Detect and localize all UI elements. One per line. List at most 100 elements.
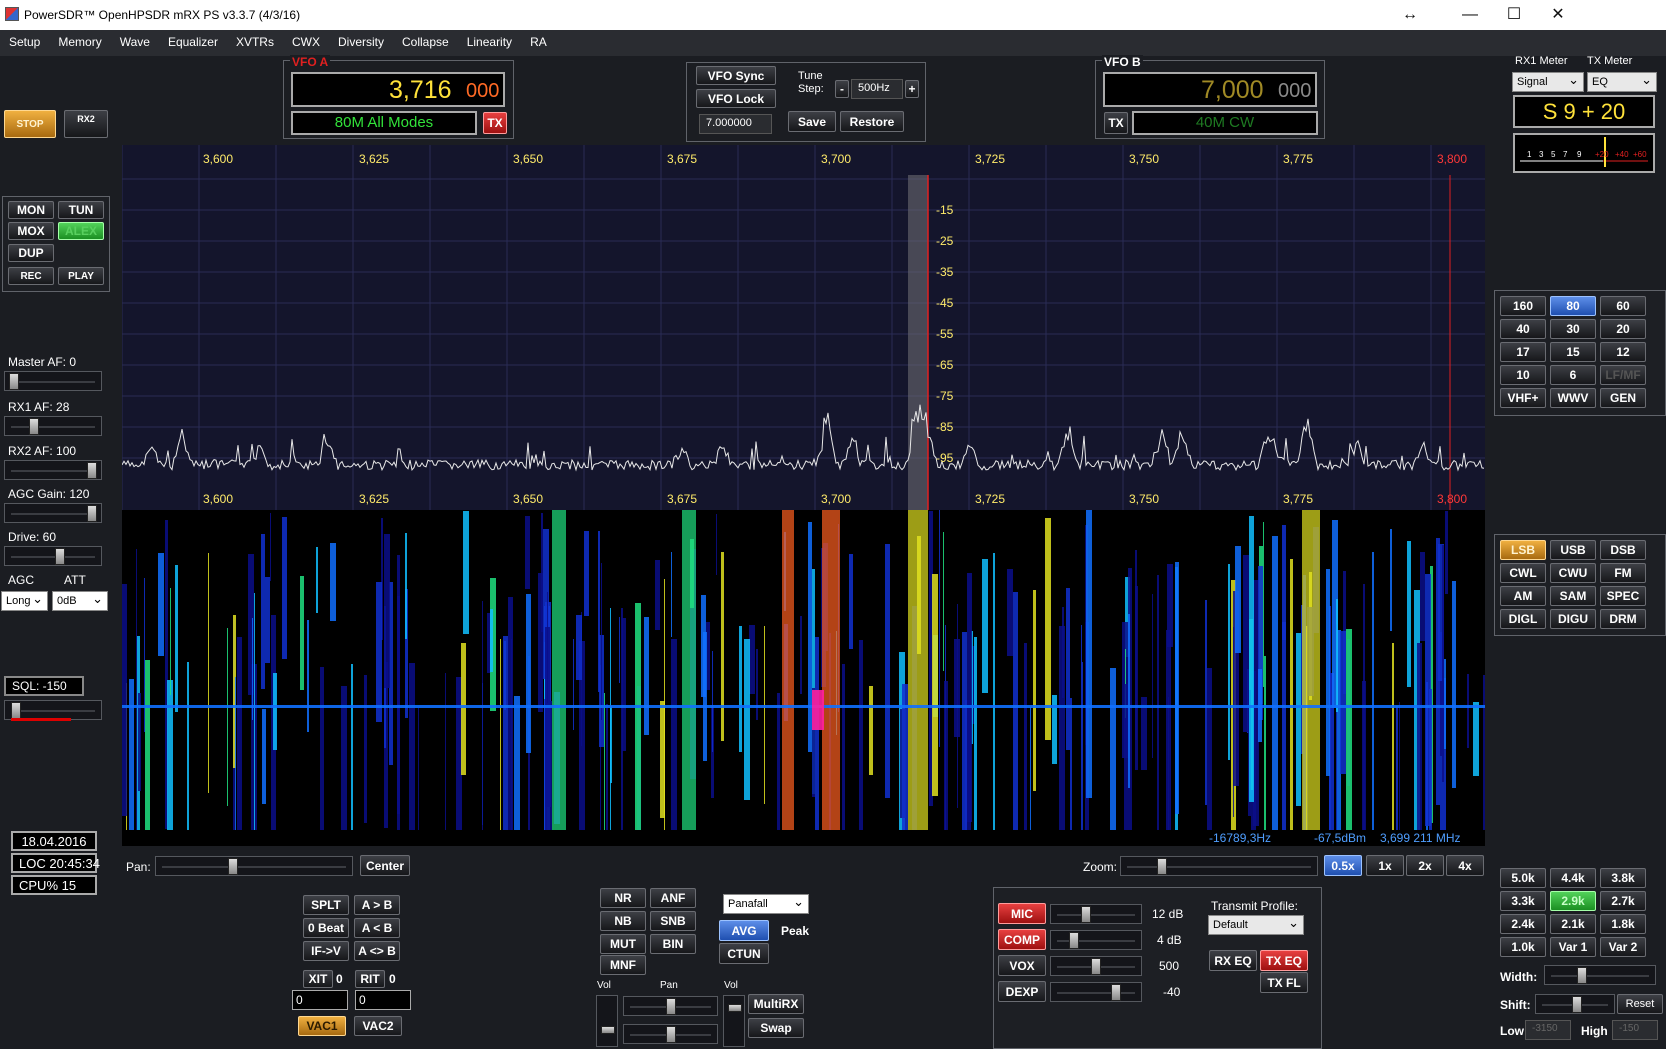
resize-icon[interactable]: ↔ <box>1390 4 1430 26</box>
band-button-30[interactable]: 30 <box>1550 319 1596 339</box>
mode-button-sam[interactable]: SAM <box>1550 586 1596 606</box>
mnf-button[interactable]: MNF <box>600 955 646 975</box>
rx2-vol-slider[interactable] <box>723 995 745 1047</box>
filter-button-2-7k[interactable]: 2.7k <box>1600 891 1646 911</box>
vac2-button[interactable]: VAC2 <box>354 1016 402 1036</box>
vfo-a-tx-button[interactable]: TX <box>483 112 507 134</box>
filter-button-3-8k[interactable]: 3.8k <box>1600 868 1646 888</box>
vox-button[interactable]: VOX <box>998 955 1046 976</box>
slider-thumb[interactable] <box>728 1004 742 1012</box>
bin-button[interactable]: BIN <box>650 934 696 954</box>
slider-thumb[interactable] <box>228 858 238 875</box>
slider-thumb[interactable] <box>11 702 21 719</box>
slider-thumb[interactable] <box>55 548 65 565</box>
xit-button[interactable]: XIT <box>303 970 333 988</box>
band-button-12[interactable]: 12 <box>1600 342 1646 362</box>
filter-button-2-1k[interactable]: 2.1k <box>1550 914 1596 934</box>
slider-thumb[interactable] <box>87 505 97 522</box>
width-slider[interactable] <box>1544 965 1656 985</box>
tx-eq-button[interactable]: TX EQ <box>1260 950 1308 971</box>
vfo-b-tx-button[interactable]: TX <box>1104 112 1128 134</box>
nr-button[interactable]: NR <box>600 888 646 908</box>
band-button-80[interactable]: 80 <box>1550 296 1596 316</box>
rx1-meter-select[interactable]: Signal <box>1512 72 1584 92</box>
band-button-160[interactable]: 160 <box>1500 296 1546 316</box>
zoom-4x-button[interactable]: 4x <box>1446 855 1484 876</box>
band-button-40[interactable]: 40 <box>1500 319 1546 339</box>
menu-cwx[interactable]: CWX <box>283 30 329 54</box>
squelch-slider[interactable] <box>4 700 102 721</box>
close-button[interactable]: ✕ <box>1538 4 1578 26</box>
band-button-vhf-[interactable]: VHF+ <box>1500 388 1546 408</box>
filter-button-var-1[interactable]: Var 1 <box>1550 937 1596 957</box>
mon-button[interactable]: MON <box>8 201 54 219</box>
menu-ra[interactable]: RA <box>521 30 556 54</box>
pan-slider[interactable] <box>155 856 353 876</box>
if-to-v-button[interactable]: IF->V <box>303 941 349 961</box>
maximize-button[interactable]: ☐ <box>1494 4 1534 26</box>
rx2-af-slider[interactable] <box>4 460 102 480</box>
mut-button[interactable]: MUT <box>600 934 646 954</box>
zoom-1x-button[interactable]: 1x <box>1366 855 1404 876</box>
band-button-60[interactable]: 60 <box>1600 296 1646 316</box>
comp-button[interactable]: COMP <box>998 929 1046 950</box>
band-button-gen[interactable]: GEN <box>1600 388 1646 408</box>
vac1-button[interactable]: VAC1 <box>298 1016 346 1036</box>
center-button[interactable]: Center <box>360 855 410 876</box>
save-button[interactable]: Save <box>788 111 836 132</box>
band-button-10[interactable]: 10 <box>1500 365 1546 385</box>
mode-button-fm[interactable]: FM <box>1600 563 1646 583</box>
vfo-sync-button[interactable]: VFO Sync <box>696 66 776 85</box>
rx-eq-button[interactable]: RX EQ <box>1209 950 1257 971</box>
shift-slider[interactable] <box>1535 994 1615 1014</box>
slider-thumb[interactable] <box>87 462 97 479</box>
filter-button-1-0k[interactable]: 1.0k <box>1500 937 1546 957</box>
split-button[interactable]: SPLT <box>303 895 349 915</box>
mic-gain-slider[interactable] <box>1050 904 1142 924</box>
tune-step-plus-button[interactable]: + <box>905 80 919 98</box>
stop-button[interactable]: STOP <box>4 110 56 138</box>
display-mode-select[interactable]: Panafall <box>723 894 809 914</box>
low-value[interactable]: -3150 <box>1525 1020 1571 1040</box>
zero-beat-button[interactable]: 0 Beat <box>303 918 349 938</box>
slider-thumb[interactable] <box>1572 996 1582 1013</box>
filter-button-5-0k[interactable]: 5.0k <box>1500 868 1546 888</box>
high-value[interactable]: -150 <box>1612 1020 1658 1040</box>
agc-gain-slider[interactable] <box>4 503 102 523</box>
band-button-6[interactable]: 6 <box>1550 365 1596 385</box>
minimize-button[interactable]: — <box>1450 4 1490 26</box>
slider-thumb[interactable] <box>666 1026 676 1043</box>
menu-linearity[interactable]: Linearity <box>458 30 521 54</box>
rx1-af-slider[interactable] <box>4 416 102 436</box>
slider-thumb[interactable] <box>666 998 676 1015</box>
band-button-15[interactable]: 15 <box>1550 342 1596 362</box>
mox-button[interactable]: MOX <box>8 222 54 240</box>
rx1-pan-slider[interactable] <box>623 996 718 1016</box>
rx1-vol-slider[interactable] <box>596 995 618 1047</box>
slider-thumb[interactable] <box>1577 967 1587 984</box>
slider-thumb[interactable] <box>1157 858 1167 875</box>
rit-numeric[interactable]: 0 <box>355 990 411 1010</box>
band-button-wwv[interactable]: WWV <box>1550 388 1596 408</box>
mode-button-digu[interactable]: DIGU <box>1550 609 1596 629</box>
mode-button-usb[interactable]: USB <box>1550 540 1596 560</box>
filter-button-4-4k[interactable]: 4.4k <box>1550 868 1596 888</box>
panadapter[interactable] <box>122 145 1485 510</box>
mode-button-drm[interactable]: DRM <box>1600 609 1646 629</box>
dexp-slider[interactable] <box>1050 982 1142 1002</box>
menu-collapse[interactable]: Collapse <box>393 30 458 54</box>
zoom-0.5x-button[interactable]: 0.5x <box>1324 855 1362 876</box>
anf-button[interactable]: ANF <box>650 888 696 908</box>
menu-wave[interactable]: Wave <box>111 30 159 54</box>
menu-xvtrs[interactable]: XVTRs <box>227 30 283 54</box>
vfo-b-frequency-display[interactable]: 7,000 000 <box>1103 72 1317 107</box>
zoom-2x-button[interactable]: 2x <box>1406 855 1444 876</box>
dexp-button[interactable]: DEXP <box>998 981 1046 1002</box>
swap-button[interactable]: Swap <box>748 1018 804 1038</box>
comp-slider[interactable] <box>1050 930 1142 950</box>
menu-memory[interactable]: Memory <box>49 30 110 54</box>
transmit-profile-select[interactable]: Default <box>1208 915 1304 935</box>
slider-thumb[interactable] <box>1111 984 1121 1001</box>
agc-mode-select[interactable]: Long <box>1 591 48 611</box>
vfo-lock-button[interactable]: VFO Lock <box>696 89 776 108</box>
